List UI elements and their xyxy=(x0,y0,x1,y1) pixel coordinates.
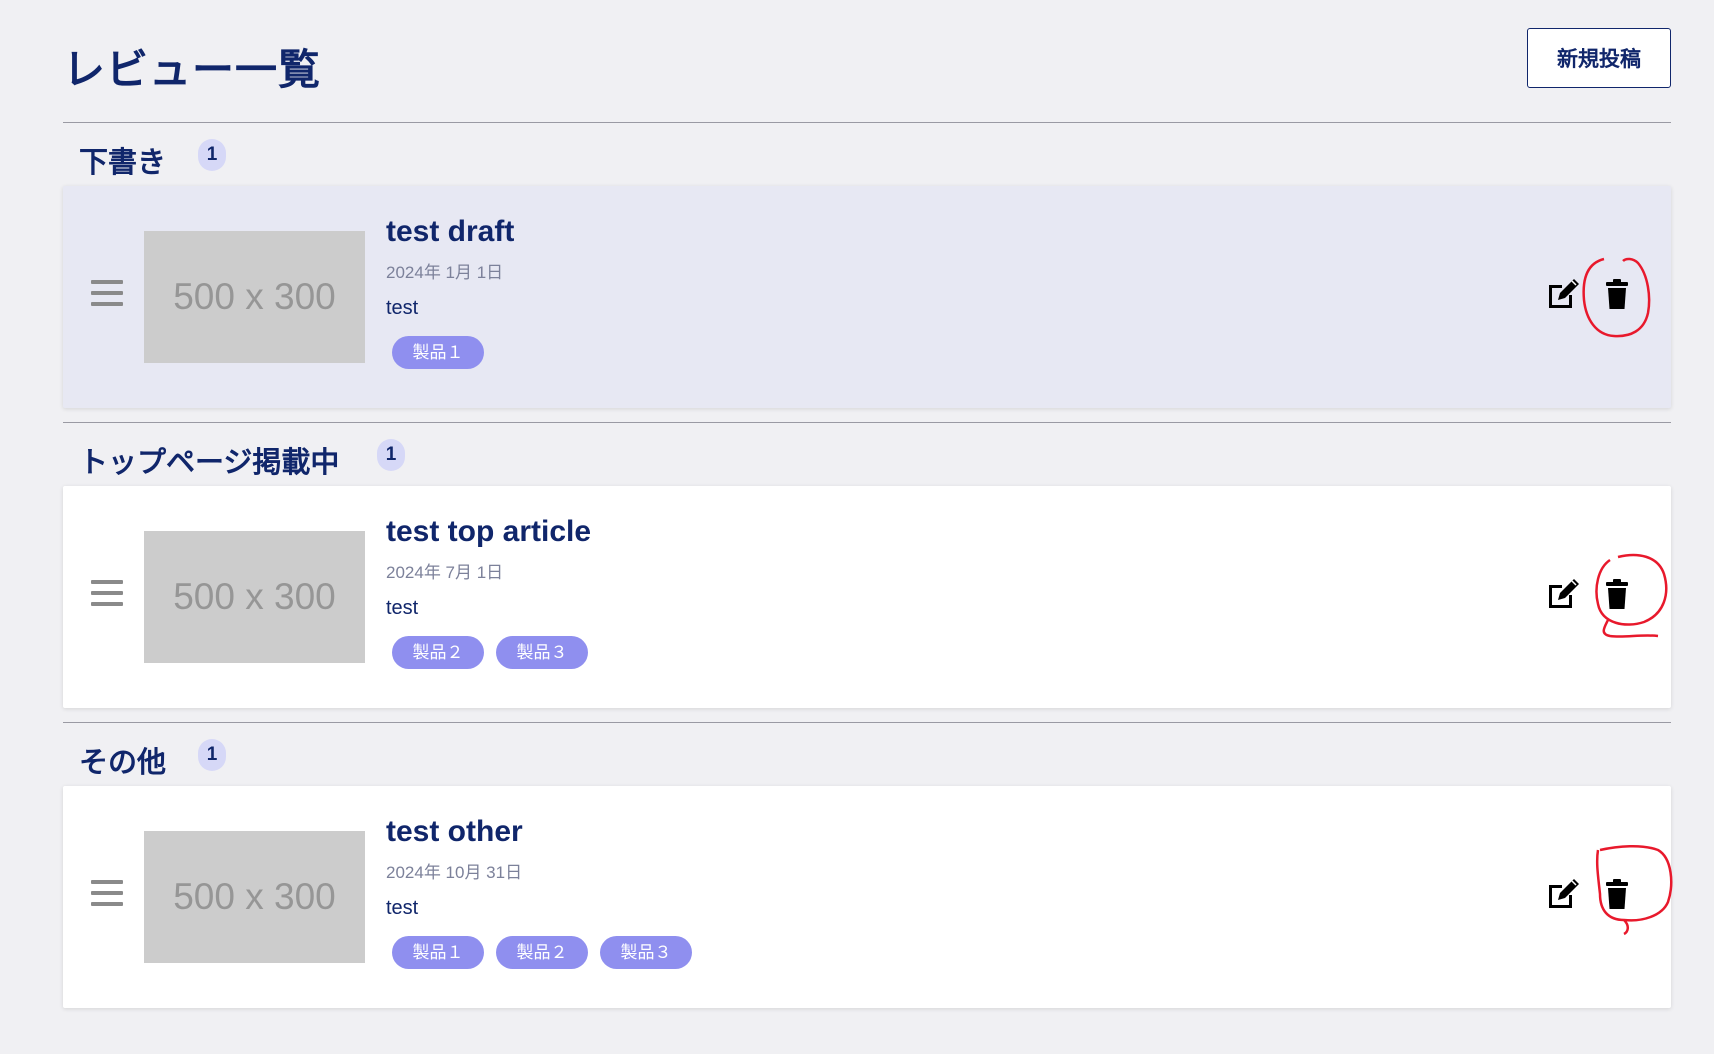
section-title: トップページ掲載中 xyxy=(79,447,340,479)
section-top-page: トップページ掲載中 1 500 x 300 test top article 2… xyxy=(63,422,1671,708)
tag: 製品３ xyxy=(600,936,692,969)
count-badge: 1 xyxy=(377,439,405,471)
section-header: その他 1 xyxy=(63,723,1671,786)
card-body: test top article 2024年 7月 1日 test 製品２ 製品… xyxy=(386,514,591,669)
tag-list: 製品１ 製品２ 製品３ xyxy=(386,936,692,969)
card-text: test xyxy=(386,597,419,619)
card-date: 2024年 10月 31日 xyxy=(386,863,523,882)
section-header: 下書き 1 xyxy=(63,123,1671,186)
card-text: test xyxy=(386,297,419,319)
page-title: レビュー一覧 xyxy=(63,46,322,93)
card-body: test draft 2024年 1月 1日 test 製品１ xyxy=(386,214,514,369)
section-title: その他 xyxy=(79,747,167,779)
tag: 製品３ xyxy=(496,636,588,669)
image-placeholder: 500 x 300 xyxy=(144,831,365,963)
review-card: 500 x 300 test other 2024年 10月 31日 test … xyxy=(63,786,1673,1008)
tag-list: 製品２ 製品３ xyxy=(386,636,591,669)
card-date: 2024年 1月 1日 xyxy=(386,263,504,282)
drag-handle-icon[interactable] xyxy=(91,280,123,310)
edit-icon[interactable] xyxy=(1545,276,1581,312)
card-text: test xyxy=(386,897,419,919)
card-body: test other 2024年 10月 31日 test 製品１ 製品２ 製品… xyxy=(386,814,692,969)
page-header: レビュー一覧 新規投稿 xyxy=(63,0,1671,122)
review-list-page: レビュー一覧 新規投稿 下書き 1 500 x 300 test draft 2… xyxy=(63,0,1673,1022)
section-header: トップページ掲載中 1 xyxy=(63,423,1671,486)
drag-handle-icon[interactable] xyxy=(91,880,123,910)
card-actions xyxy=(1545,276,1635,316)
trash-icon[interactable] xyxy=(1599,276,1635,312)
card-title[interactable]: test other xyxy=(386,814,692,850)
image-placeholder: 500 x 300 xyxy=(144,531,365,663)
card-actions xyxy=(1545,576,1635,616)
count-badge: 1 xyxy=(198,739,226,771)
review-card: 500 x 300 test draft 2024年 1月 1日 test 製品… xyxy=(63,186,1671,408)
drag-handle-icon[interactable] xyxy=(91,580,123,610)
count-badge: 1 xyxy=(198,139,226,171)
card-title[interactable]: test top article xyxy=(386,514,591,550)
section-title: 下書き xyxy=(79,147,167,179)
edit-icon[interactable] xyxy=(1545,576,1581,612)
tag: 製品２ xyxy=(392,636,484,669)
trash-icon[interactable] xyxy=(1599,576,1635,612)
card-date: 2024年 7月 1日 xyxy=(386,563,504,582)
section-draft: 下書き 1 500 x 300 test draft 2024年 1月 1日 t… xyxy=(63,122,1671,408)
new-post-button[interactable]: 新規投稿 xyxy=(1527,28,1671,88)
review-card: 500 x 300 test top article 2024年 7月 1日 t… xyxy=(63,486,1671,708)
trash-icon[interactable] xyxy=(1599,876,1635,912)
tag: 製品２ xyxy=(496,936,588,969)
card-title[interactable]: test draft xyxy=(386,214,514,250)
tag-list: 製品１ xyxy=(386,336,514,369)
edit-icon[interactable] xyxy=(1545,876,1581,912)
card-actions xyxy=(1545,876,1635,916)
tag: 製品１ xyxy=(392,336,484,369)
section-other: その他 1 500 x 300 test other 2024年 10月 31日… xyxy=(63,722,1673,1008)
image-placeholder: 500 x 300 xyxy=(144,231,365,363)
tag: 製品１ xyxy=(392,936,484,969)
